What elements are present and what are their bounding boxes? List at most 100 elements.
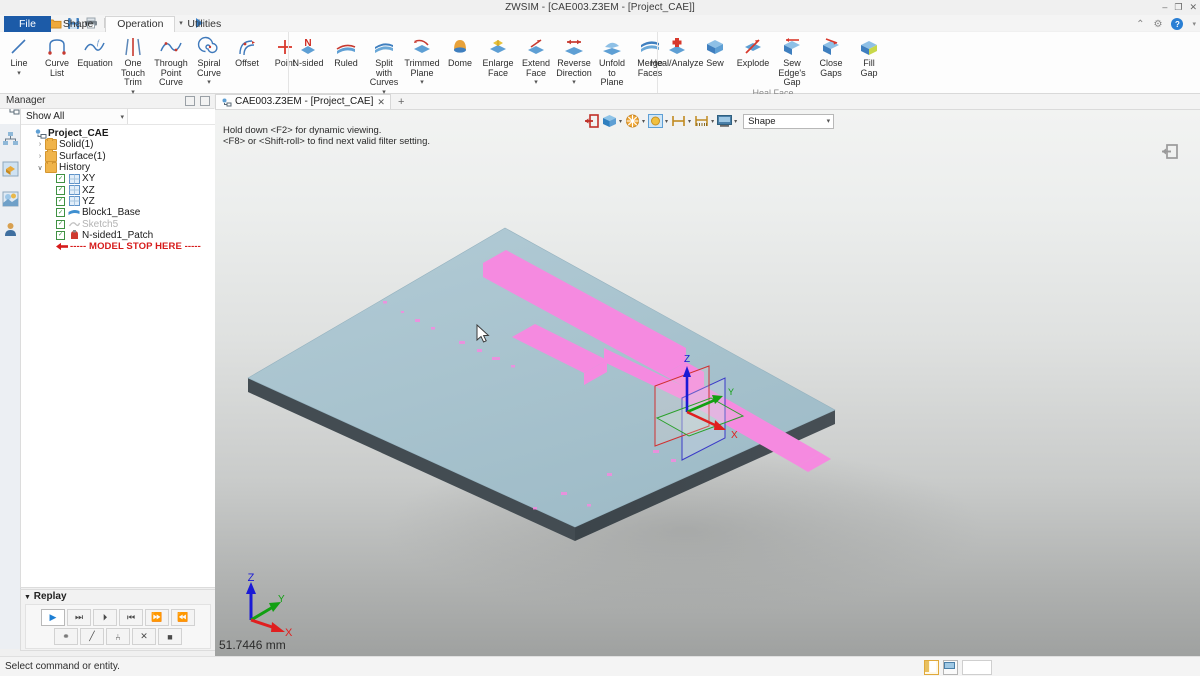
view-manager-tab[interactable] [0, 184, 20, 214]
model-3d[interactable]: Z Y X [215, 110, 1200, 656]
replay-branch-button[interactable]: ⑃ [106, 628, 130, 645]
close-icon[interactable]: ✕ [377, 95, 385, 109]
replay-stop-button[interactable]: ■ [158, 628, 182, 645]
new-tab-button[interactable]: + [391, 95, 411, 109]
curve-list-button[interactable]: Curve List [38, 35, 76, 78]
tree-item-xy[interactable]: ✓ XY [24, 173, 215, 184]
sketch-icon [68, 220, 80, 229]
tree-item-xz[interactable]: ✓ XZ [24, 184, 215, 196]
show-all-dropdown[interactable]: Show All ▾ [21, 109, 128, 124]
tree-item-label: Solid(1) [59, 139, 94, 151]
through-point-curve-button[interactable]: Through Point Curve [152, 35, 190, 88]
restore-button[interactable]: ❐ [1174, 0, 1182, 15]
expander-icon[interactable]: › [35, 153, 45, 160]
display-icon[interactable] [943, 660, 958, 675]
replay-fast-forward-button[interactable]: ⏩ [145, 609, 169, 626]
filter-search-input[interactable] [128, 109, 215, 124]
n-sided-button[interactable]: N N-sided [289, 35, 327, 69]
heal-analyze-icon [664, 36, 690, 58]
close-gaps-button[interactable]: Close Gaps [812, 35, 850, 78]
tree-item-block1-base[interactable]: ✓ Block1_Base [24, 207, 215, 218]
visibility-checkbox[interactable]: ✓ [56, 208, 65, 218]
tree-item-sketch5[interactable]: ✓ Sketch5 [24, 218, 215, 230]
extend-face-caret-icon[interactable]: ▾ [534, 78, 538, 86]
extend-face-button[interactable]: Extend Face ▾ [517, 35, 555, 86]
left-tab-strip [0, 94, 22, 649]
sew-edges-gap-button[interactable]: Sew Edge's Gap [772, 35, 812, 88]
tree-item-yz[interactable]: ✓ YZ [24, 196, 215, 207]
close-panel-icon[interactable] [200, 96, 210, 106]
document-icon [222, 98, 232, 106]
tab-shape[interactable]: Shape [51, 16, 105, 32]
visibility-checkbox[interactable]: ✓ [56, 219, 65, 229]
expander-icon[interactable]: ∨ [35, 164, 45, 172]
ribbon-group-lines-and-point: Line ▾ Curve List f Equation One Touch T… [0, 32, 295, 106]
explode-button[interactable]: Explode [734, 35, 772, 69]
status-bar: Select command or entity. [0, 656, 1200, 676]
line-button[interactable]: Line ▾ [0, 35, 38, 77]
dock-icon[interactable] [185, 96, 195, 106]
equation-label: Equation [77, 58, 113, 68]
tab-utilities[interactable]: Utilities [175, 16, 233, 32]
layout-panel-icon[interactable] [924, 660, 939, 675]
sew-button[interactable]: Sew [696, 35, 734, 69]
trimmed-plane-caret-icon[interactable]: ▾ [420, 78, 424, 86]
fill-gap-button[interactable]: Fill Gap [850, 35, 888, 78]
replay-step-end-button[interactable]: ⏭ [67, 609, 91, 626]
viewport[interactable]: Hold down <F2> for dynamic viewing. <F8>… [215, 110, 1200, 656]
visibility-checkbox[interactable]: ✓ [56, 174, 65, 184]
replay-rewind-button[interactable]: ⏪ [171, 609, 195, 626]
plane-icon [68, 196, 80, 207]
spiral-curve-button[interactable]: Spiral Curve ▾ [190, 35, 228, 86]
tree-item-model-stop-here[interactable]: ----- MODEL STOP HERE ----- [24, 241, 215, 252]
status-input-field[interactable] [962, 660, 992, 675]
manager-title-buttons [185, 96, 210, 106]
assembly-manager-tab[interactable] [0, 124, 20, 154]
ruled-button[interactable]: Ruled [327, 35, 365, 69]
reverse-direction-label: Reverse Direction [556, 58, 592, 78]
tab-file[interactable]: File [4, 16, 51, 32]
replay-collapse-icon[interactable]: ▼ [24, 594, 31, 601]
one-touch-trim-button[interactable]: One Touch Trim ▾ [114, 35, 152, 96]
replay-row-1: ▶ ⏭ ⏵ ⏮ ⏩ ⏪ [26, 609, 210, 626]
plane-icon [68, 185, 80, 196]
dome-button[interactable]: Dome [441, 35, 479, 69]
user-manager-tab[interactable] [0, 214, 20, 244]
tree-item-n-sided1-patch[interactable]: ✓ N-sided1_Patch [24, 230, 215, 241]
tree-item-surface-1[interactable]: › Surface(1) [24, 149, 215, 162]
offset-button[interactable]: Offset [228, 35, 266, 69]
line-caret-icon[interactable]: ▾ [17, 69, 21, 77]
tab-operation[interactable]: Operation [105, 16, 176, 32]
trimmed-plane-button[interactable]: Trimmed Plane ▾ [403, 35, 441, 86]
document-tab-bar: CAE003.Z3EM - [Project_CAE] ✕ + [215, 94, 1200, 110]
visibility-checkbox[interactable]: ✓ [56, 185, 65, 195]
reverse-direction-icon [561, 36, 587, 58]
close-button[interactable]: ✕ [1189, 0, 1197, 15]
unfold-plane-icon [599, 36, 625, 58]
replay-step-back-button[interactable]: ⏮ [119, 609, 143, 626]
expander-icon[interactable]: › [35, 141, 45, 148]
spiral-curve-caret-icon[interactable]: ▾ [207, 78, 211, 86]
sew-edge-gap-icon [779, 36, 805, 58]
replay-line-button[interactable]: ╱ [80, 628, 104, 645]
document-tab[interactable]: CAE003.Z3EM - [Project_CAE] ✕ [215, 94, 391, 109]
replay-link-button[interactable]: ⚭ [54, 628, 78, 645]
replay-step-forward-button[interactable]: ⏵ [93, 609, 117, 626]
equation-button[interactable]: f Equation [76, 35, 114, 69]
split-with-curves-button[interactable]: Split with Curves ▾ [365, 35, 403, 96]
replay-delete-button[interactable]: ✕ [132, 628, 156, 645]
enlarge-face-button[interactable]: Enlarge Face [479, 35, 517, 78]
replay-play-button[interactable]: ▶ [41, 609, 65, 626]
reverse-direction-caret-icon[interactable]: ▾ [572, 78, 576, 86]
heal-analyze-button[interactable]: Heal/Analyze [650, 35, 704, 69]
tree-item-history[interactable]: ∨ History [24, 160, 215, 174]
visibility-checkbox[interactable]: ✓ [56, 230, 65, 240]
shape-manager-tab[interactable] [0, 154, 20, 184]
ribbon-group-operation: N N-sided Ruled Split with Curves ▾ Trim… [288, 32, 663, 106]
unfold-to-plane-button[interactable]: Unfold to Plane [593, 35, 631, 88]
replay-header[interactable]: ▼ Replay [21, 590, 215, 603]
reverse-direction-button[interactable]: Reverse Direction ▾ [555, 35, 593, 86]
visibility-checkbox[interactable]: ✓ [56, 196, 65, 206]
minimize-button[interactable]: – [1162, 0, 1167, 15]
axis-x-label: X [731, 430, 738, 441]
